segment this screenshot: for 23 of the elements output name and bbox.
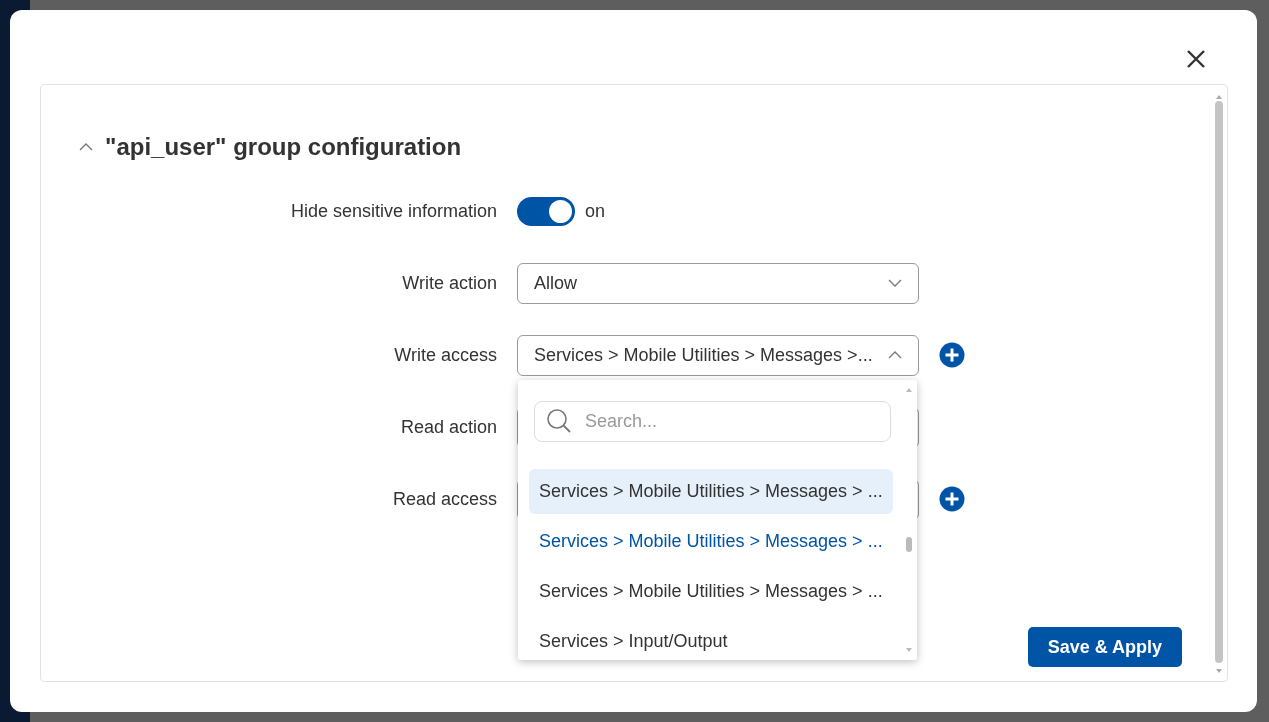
caret-icon — [888, 351, 902, 359]
dropdown-option[interactable]: Services > Mobile Utilities > Messages > ... — [529, 469, 893, 514]
field-label: Read access — [391, 487, 497, 511]
field-label: Write access — [393, 343, 497, 367]
add-icon[interactable] — [939, 342, 965, 368]
caret-icon — [888, 279, 902, 287]
dropdown-option[interactable]: Services > Mobile Utilities > Messages > ... — [529, 569, 893, 614]
section-title: "api_user" group configuration — [105, 132, 462, 162]
field-label: Read action — [399, 415, 497, 439]
field-label: Write action — [401, 271, 497, 295]
search-field[interactable]: Search... — [534, 401, 891, 442]
collapse-button[interactable] — [79, 143, 93, 151]
field-label: Hide sensitive information — [289, 199, 497, 223]
dropdown-option[interactable]: Services > Input/Output — [529, 619, 893, 660]
close-icon — [1187, 50, 1205, 68]
toggle-switch[interactable] — [517, 196, 575, 226]
chevron-icon — [79, 143, 93, 151]
toggle-state: on — [585, 199, 606, 223]
select-field[interactable]: Services > Mobile Utilities > Messages >... — [517, 334, 919, 376]
select-field[interactable]: Allow — [517, 262, 919, 304]
dropdown-option[interactable]: Services > Mobile Utilities > Messages > ... — [529, 519, 893, 564]
save-apply-button[interactable]: Save & Apply — [1027, 627, 1182, 667]
add-icon[interactable] — [939, 486, 965, 512]
